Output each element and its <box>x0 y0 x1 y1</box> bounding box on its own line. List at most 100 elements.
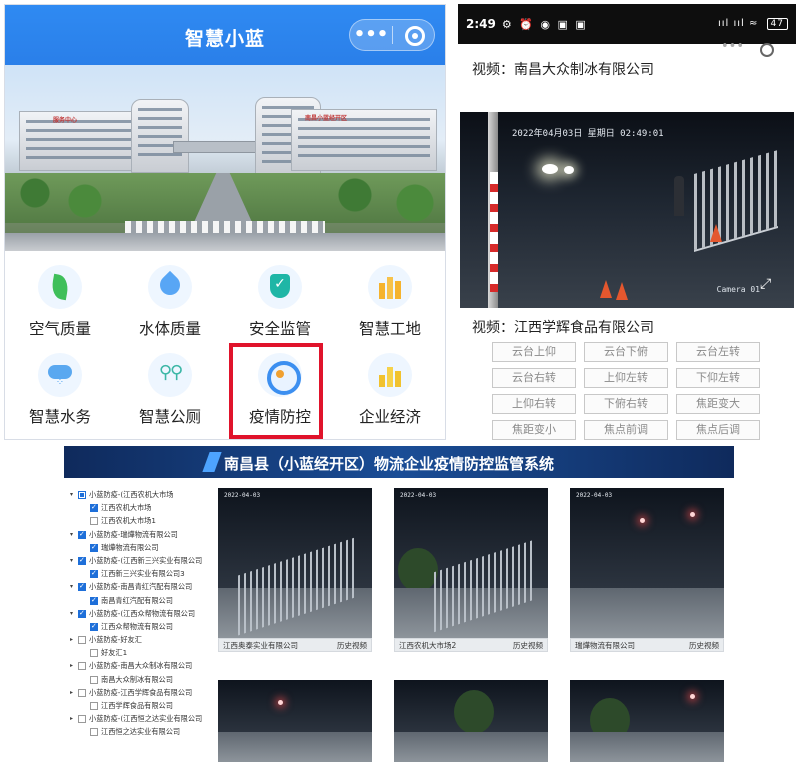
tree-leaf-row[interactable]: 南昌青红汽配有限公司 <box>70 594 218 607</box>
tree-group-row[interactable]: ▸ 小蓝防疫-好友汇 <box>70 633 218 646</box>
tile-smart-toilet[interactable]: 智慧公厕 <box>115 345 225 431</box>
tree-checkbox[interactable] <box>90 728 98 737</box>
tree-checkbox[interactable] <box>78 491 86 499</box>
close-target-icon[interactable] <box>760 43 774 57</box>
tree-group-row[interactable]: ▾ 小蓝防疫-(江西农机大市场 <box>70 488 218 501</box>
tree-checkbox[interactable] <box>90 702 98 710</box>
tree-checkbox[interactable] <box>90 620 98 633</box>
tree-group-row[interactable]: ▾ 小蓝防疫-(江西众帮物流有限公司 <box>70 607 218 620</box>
ptz-pan-left-button[interactable]: 云台左转 <box>676 342 760 362</box>
expand-chevron-icon[interactable]: ▸ <box>70 686 73 699</box>
tree-checkbox[interactable] <box>90 675 98 684</box>
video-cell[interactable] <box>570 680 724 762</box>
video-cell[interactable]: 2022-04-03 江西奥泰实业有限公司 历史视频 <box>218 488 372 652</box>
video-cell[interactable] <box>218 680 372 762</box>
ptz-pan-right-button[interactable]: 云台右转 <box>492 368 576 388</box>
focus-far-button[interactable]: 焦点后调 <box>676 420 760 440</box>
tree-checkbox[interactable] <box>90 517 98 526</box>
tree-label: 江西农机大市场1 <box>101 516 156 526</box>
focus-near-button[interactable]: 焦点前调 <box>584 420 668 440</box>
ptz-tilt-up-button[interactable]: 云台上仰 <box>492 342 576 362</box>
tile-air-quality[interactable]: 空气质量 <box>5 257 115 343</box>
tree-checkbox[interactable] <box>78 554 86 567</box>
tree-checkbox[interactable] <box>78 636 86 645</box>
expand-chevron-icon[interactable]: ▸ <box>70 659 73 672</box>
tree-checkbox[interactable] <box>78 662 86 671</box>
tree-checkbox[interactable] <box>78 528 86 541</box>
video-frame[interactable] <box>218 680 372 762</box>
video-cell[interactable] <box>394 680 548 762</box>
expand-chevron-icon[interactable]: ▸ <box>70 633 73 646</box>
video-frame[interactable] <box>570 680 724 762</box>
tree-group-row[interactable]: ▸ 小蓝防疫-南昌大众制冰有限公司 <box>70 659 218 672</box>
status-time: 2:49 <box>466 17 496 31</box>
nav-bar: ••• <box>458 39 796 60</box>
close-target-icon[interactable] <box>393 21 434 49</box>
tree-leaf-row[interactable]: 南昌大众制冰有限公司 <box>70 673 218 686</box>
more-icon[interactable]: ••• <box>350 21 392 49</box>
security-guard <box>674 176 684 216</box>
tree-group-row[interactable]: ▾ 小蓝防疫-(江西新三兴实业有限公司 <box>70 554 218 567</box>
video-cell[interactable]: 2022-04-03 瑞燁物流有限公司 历史视频 <box>570 488 724 652</box>
tree-checkbox[interactable] <box>90 567 98 580</box>
tree-group-row[interactable]: ▾ 小蓝防疫-南昌青红汽配有限公司 <box>70 580 218 593</box>
tree-leaf-row[interactable]: 江西恒之达实业有限公司 <box>70 725 218 738</box>
video-grid: 2022-04-03 江西奥泰实业有限公司 历史视频 2022-04-03 江西… <box>218 488 728 762</box>
tile-safety-supervision[interactable]: 安全监管 <box>225 257 335 343</box>
tree-checkbox[interactable] <box>90 501 98 514</box>
tree-leaf-row[interactable]: 江西学辉食品有限公司 <box>70 699 218 712</box>
expand-chevron-icon[interactable]: ▸ <box>70 712 73 725</box>
ptz-up-right-button[interactable]: 上仰右转 <box>492 394 576 414</box>
ptz-down-left-button[interactable]: 下仰左转 <box>676 368 760 388</box>
expand-chevron-icon[interactable]: ▾ <box>70 607 73 620</box>
tree-leaf-row[interactable]: 江西众帮物流有限公司 <box>70 620 218 633</box>
zoom-in-button[interactable]: 焦距变大 <box>676 394 760 414</box>
tile-enterprise-economy[interactable]: 企业经济 <box>335 345 445 431</box>
video-frame[interactable]: 2022-04-03 <box>394 488 548 638</box>
zoom-out-button[interactable]: 焦距变小 <box>492 420 576 440</box>
building-icon <box>368 265 412 309</box>
tile-water-quality[interactable]: 水体质量 <box>115 257 225 343</box>
status-icons: ⚙ ⏰ ◉ ▣ ▣ <box>501 17 588 31</box>
tree-group-row[interactable]: ▸ 小蓝防疫-江西学辉食品有限公司 <box>70 686 218 699</box>
tree-leaf-row[interactable]: 江西农机大市场 <box>70 501 218 514</box>
history-video-link[interactable]: 历史视频 <box>689 639 719 651</box>
tree-leaf-row[interactable]: 江西新三兴实业有限公司3 <box>70 567 218 580</box>
video-frame[interactable]: 2022-04-03 <box>570 488 724 638</box>
history-video-link[interactable]: 历史视频 <box>513 639 543 651</box>
video-cell[interactable]: 2022-04-03 江西农机大市场2 历史视频 <box>394 488 548 652</box>
camera-feed[interactable]: 2022年04月03日 星期日 02:49:01 Camera 01 ⤢ <box>460 112 794 308</box>
ptz-tilt-down-button[interactable]: 云台下俯 <box>584 342 668 362</box>
tree-checkbox[interactable] <box>90 649 98 658</box>
tree-group-row[interactable]: ▸ 小蓝防疫-(江西恒之达实业有限公司 <box>70 712 218 725</box>
video-caption: 江西奥泰实业有限公司 <box>223 641 298 650</box>
expand-chevron-icon[interactable]: ▾ <box>70 528 73 541</box>
ptz-down-right-button[interactable]: 下俯右转 <box>584 394 668 414</box>
tree-leaf-row[interactable]: 江西农机大市场1 <box>70 514 218 527</box>
video-frame[interactable] <box>394 680 548 762</box>
video-frame[interactable]: 2022-04-03 <box>218 488 372 638</box>
capsule-menu[interactable]: ••• <box>349 19 435 51</box>
tree-checkbox[interactable] <box>78 607 86 620</box>
expand-chevron-icon[interactable]: ▾ <box>70 488 73 501</box>
ptz-up-left-button[interactable]: 上仰左转 <box>584 368 668 388</box>
tree-checkbox[interactable] <box>90 541 98 554</box>
expand-chevron-icon[interactable]: ▾ <box>70 580 73 593</box>
history-video-link[interactable]: 历史视频 <box>337 639 367 651</box>
system-header: 南昌县（小蓝经开区）物流企业疫情防控监管系统 <box>64 446 734 478</box>
tile-smart-water[interactable]: 智慧水务 <box>5 345 115 431</box>
tree-checkbox[interactable] <box>78 715 86 724</box>
fullscreen-icon[interactable]: ⤢ <box>760 276 782 298</box>
tree-checkbox[interactable] <box>78 688 86 697</box>
tile-smart-construction[interactable]: 智慧工地 <box>335 257 445 343</box>
tree-label: 小蓝防疫-(江西众帮物流有限公司 <box>89 608 196 618</box>
tree-leaf-row[interactable]: 好友汇1 <box>70 646 218 659</box>
more-icon[interactable]: ••• <box>721 39 744 54</box>
signal-icons: ııl ııl ≈ 47 <box>718 18 788 30</box>
expand-chevron-icon[interactable]: ▾ <box>70 554 73 567</box>
tree-checkbox[interactable] <box>78 580 86 594</box>
tree-checkbox[interactable] <box>90 594 98 607</box>
tree-leaf-row[interactable]: 瑞燁物流有限公司 <box>70 541 218 554</box>
system-title: 南昌县（小蓝经开区）物流企业疫情防控监管系统 <box>224 455 555 473</box>
tree-group-row[interactable]: ▾ 小蓝防疫-瑞燁物流有限公司 <box>70 528 218 541</box>
